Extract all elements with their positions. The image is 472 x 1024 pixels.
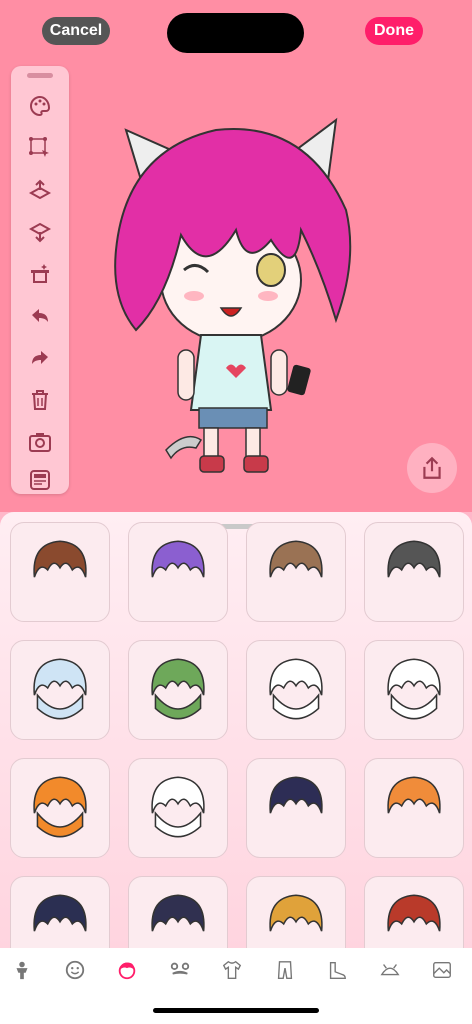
background-tab[interactable] [428,956,456,984]
hair-option-panda-hood[interactable] [246,640,346,740]
navy-hair-long-icon [33,894,87,932]
camera-icon[interactable] [26,428,54,456]
hair-option-red-spiky-hair[interactable] [364,876,464,952]
purple-spiky-hair-icon [151,540,205,578]
hair-option-tiger-striped-hair[interactable] [246,876,346,952]
trash-icon[interactable] [26,386,54,414]
shoes-icon [329,961,346,979]
body-tab[interactable] [8,956,36,984]
red-spiky-hair-icon [387,894,441,932]
pants-tab[interactable] [271,956,299,984]
done-button[interactable]: Done [365,17,423,45]
hair-option-light-brown-hair[interactable] [246,522,346,622]
transform-icon[interactable] [26,134,54,162]
brown-spiky-hair-icon [33,540,87,578]
hair-option-cow-hood[interactable] [128,758,228,858]
hair-option-orange-cat-ears-hair[interactable] [364,758,464,858]
cancel-button[interactable]: Cancel [42,17,110,45]
hair-option-cat-hood-white[interactable] [364,640,464,740]
hair-option-dark-gray-hair[interactable] [364,522,464,622]
send-backward-icon[interactable] [26,218,54,246]
orange-cat-ears-hair-icon [387,776,441,814]
home-indicator [153,1008,319,1013]
panda-hood-icon [269,658,323,720]
avatar-character[interactable] [96,110,366,480]
magic-hat-icon[interactable] [26,260,54,288]
top-tab[interactable] [218,956,246,984]
hair-option-brown-spiky-hair[interactable] [10,522,110,622]
hair-option-purple-spiky-hair[interactable] [128,522,228,622]
body-icon [16,961,28,980]
undo-icon[interactable] [26,302,54,330]
shoes-tab[interactable] [323,956,351,984]
top-icon [222,960,242,979]
dinosaur-hood-green-icon [151,658,205,720]
palette-icon[interactable] [26,92,54,120]
redo-icon[interactable] [26,344,54,372]
face-icon [65,960,84,980]
navy-hair-headband-icon [269,776,323,814]
hair-option-navy-hair-headband[interactable] [246,758,346,858]
hair-option-dinosaur-hood-green[interactable] [128,640,228,740]
light-brown-hair-icon [269,540,323,578]
hair-tab[interactable] [113,956,141,984]
dynamic-island [167,13,304,53]
bring-forward-icon[interactable] [26,176,54,204]
dragon-hood-blue-icon [33,658,87,720]
pants-icon [277,961,292,979]
options-sheet [0,512,472,952]
share-icon [423,456,441,479]
share-button[interactable] [407,443,457,493]
hat-icon [379,964,400,976]
face-tab[interactable] [61,956,89,984]
facial-hair-tab[interactable] [166,956,194,984]
facial-hair-icon [170,962,189,975]
tiger-striped-hair-icon [269,894,323,932]
background-icon [433,961,451,979]
toolbar-drag-handle[interactable] [27,73,53,78]
edit-toolbar [11,66,69,494]
hat-tab[interactable] [376,956,404,984]
navy-hair-short-icon [151,894,205,932]
hair-option-navy-hair-short[interactable] [128,876,228,952]
tiger-hood-icon [33,776,87,838]
hair-icon [118,962,136,980]
hair-option-dragon-hood-blue[interactable] [10,640,110,740]
card-icon[interactable] [26,466,54,494]
dark-gray-hair-icon [387,540,441,578]
hair-option-tiger-hood[interactable] [10,758,110,858]
cat-hood-white-icon [387,658,441,720]
cow-hood-icon [151,776,205,838]
hair-option-navy-hair-long[interactable] [10,876,110,952]
